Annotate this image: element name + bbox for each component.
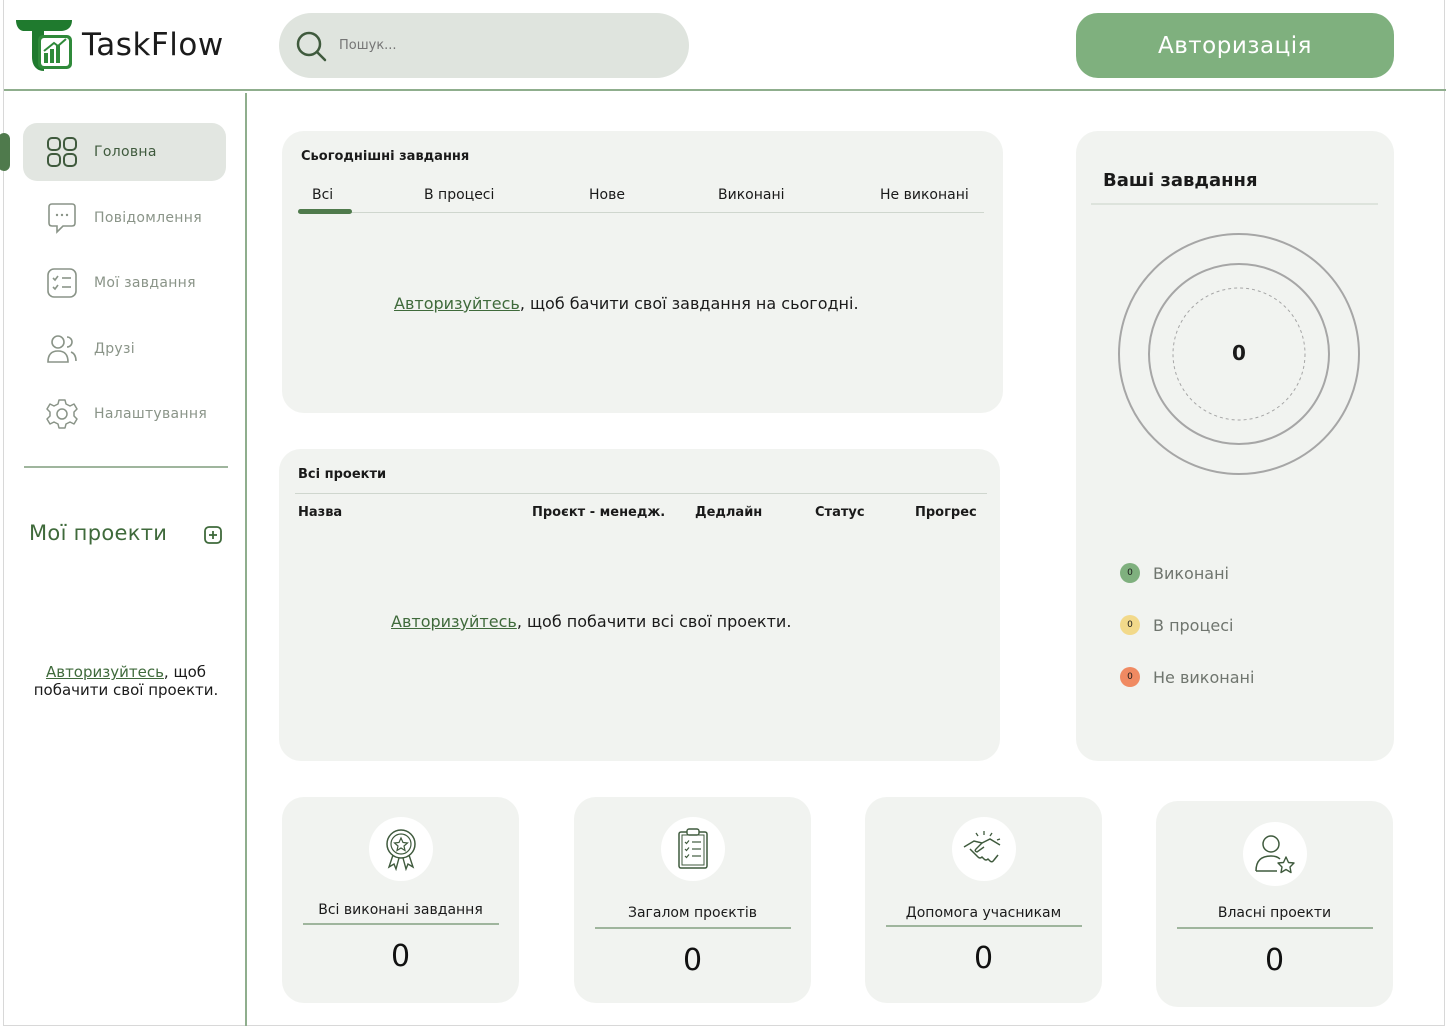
active-nav-indicator bbox=[0, 133, 10, 171]
your-tasks-title: Ваші завдання bbox=[1103, 170, 1258, 191]
task-tabs: Всі В процесі Нове Виконані Не виконані bbox=[298, 187, 984, 214]
stat-label: Власні проекти bbox=[1217, 905, 1332, 921]
stat-value: 0 bbox=[1264, 943, 1285, 978]
handshake-icon bbox=[952, 817, 1016, 881]
column-status: Статус bbox=[815, 505, 865, 520]
stat-card-help: Допомога учасникам 0 bbox=[865, 797, 1102, 1003]
legend-label: Не виконані bbox=[1153, 667, 1255, 687]
legend-dot-in-progress: 0 bbox=[1120, 615, 1140, 635]
add-project-icon[interactable] bbox=[204, 526, 222, 544]
stat-card-completed: Всі виконані завдання 0 bbox=[282, 797, 519, 1003]
sidebar-item-label: Друзі bbox=[94, 341, 135, 357]
your-tasks-divider bbox=[1091, 203, 1378, 205]
search-bar[interactable] bbox=[279, 13, 689, 78]
all-projects-title: Всі проекти bbox=[298, 467, 387, 482]
legend-dot-not-completed: 0 bbox=[1120, 667, 1140, 687]
today-auth-link[interactable]: Авторизуйтесь bbox=[394, 294, 520, 313]
user-star-icon bbox=[1243, 822, 1307, 886]
sidebar-item-label: Повідомлення bbox=[94, 210, 202, 226]
logo[interactable]: TaskFlow bbox=[14, 17, 224, 73]
sidebar-item-my-tasks[interactable]: Мої завдання bbox=[23, 254, 226, 312]
today-tasks-title: Сьогоднішні завдання bbox=[301, 149, 470, 164]
today-auth-message: Авторизуйтесь, щоб бачити свої завдання … bbox=[394, 294, 859, 313]
sidebar-divider bbox=[24, 466, 228, 468]
stat-card-projects-total: Загалом проєктів 0 bbox=[574, 797, 811, 1003]
friends-icon bbox=[47, 335, 77, 363]
legend-not-completed: 0 Не виконані bbox=[1120, 667, 1254, 687]
stat-label: Допомога учасникам bbox=[905, 905, 1062, 921]
legend-in-progress: 0 В процесі bbox=[1120, 615, 1233, 635]
tab-all[interactable]: Всі bbox=[312, 187, 333, 203]
stat-divider bbox=[595, 927, 791, 929]
stat-value: 0 bbox=[973, 941, 994, 976]
grid-icon bbox=[47, 137, 77, 167]
projects-auth-link[interactable]: Авторизуйтесь bbox=[391, 612, 517, 631]
my-projects-title: Мої проекти bbox=[29, 521, 168, 545]
award-ribbon-icon bbox=[369, 817, 433, 881]
top-bar: TaskFlow Авторизація bbox=[4, 0, 1446, 91]
search-icon bbox=[296, 31, 327, 61]
tab-new[interactable]: Нове bbox=[589, 187, 625, 203]
sidebar-auth-message: Авторизуйтесь, щоб побачити свої проекти… bbox=[30, 663, 222, 699]
column-deadline: Дедлайн bbox=[695, 505, 763, 520]
stat-label: Всі виконані завдання bbox=[318, 902, 483, 918]
sidebar-item-friends[interactable]: Друзі bbox=[23, 320, 226, 378]
legend-completed: 0 Виконані bbox=[1120, 563, 1229, 583]
app-window: TaskFlow Авторизація Головна bbox=[0, 0, 1446, 1026]
sidebar: Головна Повідомлення Мої завдання Друзі … bbox=[0, 93, 247, 1026]
all-projects-card: Всі проекти Назва Проєкт - менедж. Дедла… bbox=[279, 449, 1000, 761]
tab-completed[interactable]: Виконані bbox=[718, 187, 785, 203]
stat-value: 0 bbox=[682, 943, 703, 978]
stat-value: 0 bbox=[390, 939, 411, 974]
taskflow-logo-icon bbox=[16, 20, 72, 71]
sidebar-item-label: Налаштування bbox=[94, 406, 208, 422]
stat-divider bbox=[886, 925, 1082, 927]
today-tasks-card: Сьогоднішні завдання Всі В процесі Нове … bbox=[282, 131, 1003, 413]
stat-divider bbox=[1177, 927, 1373, 929]
projects-auth-message: Авторизуйтесь, щоб побачити всі свої про… bbox=[391, 612, 791, 631]
stat-card-own-projects: Власні проекти 0 bbox=[1156, 801, 1393, 1007]
legend-label: Виконані bbox=[1153, 563, 1229, 583]
sidebar-item-label: Головна bbox=[94, 144, 157, 160]
column-progress: Прогрес bbox=[915, 505, 977, 520]
stat-divider bbox=[303, 923, 499, 925]
gear-icon bbox=[46, 399, 78, 429]
projects-header-divider bbox=[295, 493, 987, 494]
search-input[interactable] bbox=[339, 38, 659, 53]
active-tab-indicator bbox=[298, 209, 352, 214]
checklist-icon bbox=[47, 268, 77, 298]
today-auth-text: , щоб бачити свої завдання на сьогодні. bbox=[519, 294, 859, 313]
app-name: TaskFlow bbox=[82, 27, 224, 63]
sidebar-item-label: Мої завдання bbox=[94, 275, 196, 291]
chat-bubble-icon bbox=[48, 203, 76, 234]
login-button[interactable]: Авторизація bbox=[1076, 13, 1394, 78]
tab-in-progress[interactable]: В процесі bbox=[424, 187, 494, 203]
projects-auth-text: , щоб побачити всі свої проекти. bbox=[516, 612, 792, 631]
tasks-total-count: 0 bbox=[1232, 341, 1246, 365]
tab-not-completed[interactable]: Не виконані bbox=[880, 187, 969, 203]
sidebar-item-home[interactable]: Головна bbox=[23, 123, 226, 181]
sidebar-auth-link[interactable]: Авторизуйтесь bbox=[46, 663, 164, 681]
sidebar-item-messages[interactable]: Повідомлення bbox=[23, 189, 226, 247]
column-name: Назва bbox=[298, 505, 343, 520]
column-manager: Проєкт - менедж. bbox=[532, 505, 666, 520]
clipboard-list-icon bbox=[661, 817, 725, 881]
legend-label: В процесі bbox=[1153, 615, 1234, 635]
legend-dot-completed: 0 bbox=[1120, 563, 1140, 583]
stat-label: Загалом проєктів bbox=[627, 905, 758, 921]
sidebar-item-settings[interactable]: Налаштування bbox=[23, 385, 226, 443]
your-tasks-card: Ваші завдання 0 0 Виконані 0 В процесі 0… bbox=[1076, 131, 1394, 761]
